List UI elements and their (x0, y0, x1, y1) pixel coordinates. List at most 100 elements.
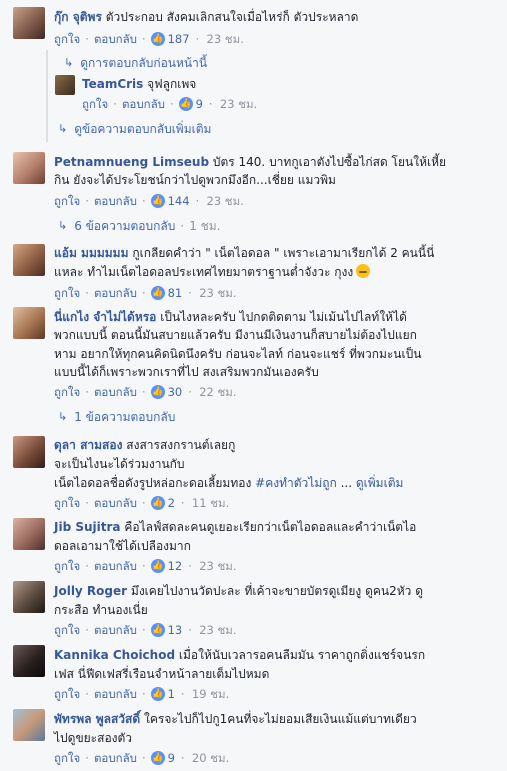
like-count[interactable]: 2 (168, 495, 175, 511)
comment-author[interactable]: Jolly Roger (54, 584, 127, 598)
like-count[interactable]: 144 (168, 193, 190, 209)
comment-text: ดอลเอามาใช้ได้เปลืองมาก (54, 539, 191, 553)
reply-link[interactable]: ตอบกลับ (94, 31, 137, 47)
view-replies-link[interactable]: ↳ 6 ข้อความตอบกลับ · 1 ชม. (58, 218, 221, 234)
like-link[interactable]: ถูกใจ (54, 622, 80, 638)
thumbs-up-icon: 👍 (150, 559, 165, 573)
like-count[interactable]: 81 (168, 285, 183, 301)
reply-link[interactable]: ตอบกลับ (94, 285, 137, 301)
comment-text: กูเกลียดคำว่า " เน็ตไอดอล " เพราะเอามาเร… (132, 246, 435, 260)
comment-actions: ถูกใจ · ตอบกลับ · 👍 30 · 22 ชม. (54, 384, 237, 400)
timestamp[interactable]: 23 ชม. (199, 285, 236, 301)
reply-arrow-icon: ↳ (58, 410, 68, 423)
avatar[interactable] (55, 75, 75, 95)
comment-text: ตัวประกอบ สังคมเลิกสนใจเมื่อไหร่ก็ ตัวปร… (105, 10, 359, 24)
comment-author[interactable]: กุ๊ก จุติพร (54, 10, 102, 24)
comment-actions: ถูกใจ · ตอบกลับ · 👍 1 · 19 ชม. (54, 686, 230, 702)
avatar[interactable] (13, 244, 45, 276)
timestamp[interactable]: 11 ชม. (192, 495, 229, 511)
comment-author[interactable]: แอ้ม มมมมมม (54, 246, 129, 260)
like-link[interactable]: ถูกใจ (54, 558, 80, 574)
comment-author[interactable]: พัทรพล พูลสวัสดิ์ (54, 712, 140, 726)
thumbs-up-icon: 👍 (150, 751, 165, 765)
avatar[interactable] (13, 307, 45, 339)
reply-link[interactable]: ตอบกลับ (94, 750, 137, 766)
comment-text: กิน ยังจะได้ประโยชน์กว่าไปดูพวกมึงอีก...… (54, 173, 336, 187)
avatar[interactable] (13, 645, 45, 677)
expressionless-emoji-icon (356, 264, 371, 278)
reply-arrow-icon: ↳ (58, 219, 68, 232)
thumbs-up-icon: 👍 (150, 496, 165, 510)
like-link[interactable]: ถูกใจ (54, 285, 80, 301)
like-count[interactable]: 12 (168, 558, 183, 574)
comment-actions: ถูกใจ · ตอบกลับ · 👍 13 · 23 ชม. (54, 622, 237, 638)
avatar[interactable] (13, 152, 45, 184)
comment-author[interactable]: นี่แกไง จำไม่ได้หรอ (54, 310, 156, 324)
like-link[interactable]: ถูกใจ (54, 495, 80, 511)
like-count[interactable]: 187 (168, 31, 190, 47)
reply-link[interactable]: ตอบกลับ (94, 686, 137, 702)
comment-text: ไปดูขยะสองตัว (54, 731, 133, 745)
timestamp[interactable]: 23 ชม. (199, 622, 236, 638)
like-link[interactable]: ถูกใจ (54, 750, 80, 766)
see-more-link[interactable]: ดูเพิ่มเติม (356, 476, 404, 490)
thumbs-up-icon: 👍 (150, 286, 165, 300)
avatar[interactable] (13, 7, 45, 39)
avatar[interactable] (13, 436, 45, 468)
like-link[interactable]: ถูกใจ (54, 193, 80, 209)
comment-actions: ถูกใจ · ตอบกลับ · 👍 2 · 11 ชม. (54, 495, 230, 511)
reply-link[interactable]: ตอบกลับ (94, 193, 137, 209)
like-count[interactable]: 1 (168, 686, 175, 702)
thumbs-up-icon: 👍 (150, 687, 165, 701)
timestamp: 1 ชม. (189, 219, 221, 233)
avatar[interactable] (13, 581, 45, 613)
comment-text: เน็ตไอดอลชื่อดังรูปหล่อกะดอเลี้ยมทอง (54, 476, 252, 490)
like-link[interactable]: ถูกใจ (54, 31, 80, 47)
reply-link[interactable]: ตอบกลับ (122, 96, 165, 112)
timestamp[interactable]: 22 ชม. (199, 384, 236, 400)
thumbs-up-icon: 👍 (150, 623, 165, 637)
reply-text: จุฟลูกเพจ (147, 77, 197, 91)
reply-link[interactable]: ตอบกลับ (94, 495, 137, 511)
like-count[interactable]: 30 (168, 384, 183, 400)
previous-replies-link[interactable]: ↳ ดูการตอบกลับก่อนหน้านี้ (64, 55, 207, 71)
comment-text: เป็นไงหละครับ ไปกดติดตาม ไม่เม้นไปไลท์ให… (160, 310, 407, 324)
comment-actions: ถูกใจ · ตอบกลับ · 👍 12 · 23 ชม. (54, 558, 237, 574)
more-replies-link[interactable]: ↳ ดูข้อความตอบกลับเพิ่มเติม (58, 121, 211, 137)
timestamp[interactable]: 23 ชม. (207, 193, 244, 209)
like-link[interactable]: ถูกใจ (54, 384, 80, 400)
comment-text: มึงเคยไปงานวัดปะละ ที่เค้าจะขายบัตรดูเมี… (130, 584, 424, 598)
view-replies-link[interactable]: ↳ 1 ข้อความตอบกลับ (58, 409, 175, 425)
comment-text: กระสือ ทำนองเนี่ย (54, 603, 148, 617)
timestamp[interactable]: 23 ชม. (207, 31, 244, 47)
like-count[interactable]: 9 (196, 96, 203, 112)
like-link[interactable]: ถูกใจ (82, 96, 108, 112)
comment-actions: ถูกใจ · ตอบกลับ · 👍 81 · 23 ชม. (54, 285, 237, 301)
timestamp[interactable]: 19 ชม. (192, 686, 229, 702)
comment-text: จะเป็นไงนะได้ร่วมงานกับ (54, 457, 185, 471)
hashtag-link[interactable]: #คงทำตัวไม่ถูก (255, 476, 337, 490)
comment-author[interactable]: Petnamnueng Limseub (54, 155, 209, 169)
comment-author[interactable]: ดุลา สามสอง (54, 438, 122, 452)
reply-link[interactable]: ตอบกลับ (94, 622, 137, 638)
timestamp[interactable]: 23 ชม. (220, 96, 257, 112)
reply-author[interactable]: TeamCris (82, 77, 143, 91)
avatar[interactable] (13, 518, 45, 550)
timestamp[interactable]: 23 ชม. (199, 558, 236, 574)
reply-link[interactable]: ตอบกลับ (94, 384, 137, 400)
comment-text: แบบนี้ได้ก็เพราะพวกเราที่ไป สงเสริมพวกมั… (54, 365, 319, 379)
avatar[interactable] (13, 709, 45, 741)
reply-link[interactable]: ตอบกลับ (94, 558, 137, 574)
comment-author[interactable]: Kannika Choichod (54, 648, 175, 662)
comment-text: สงสารสงกรานต์เลยกู (126, 438, 236, 452)
comment-text: แหละ ทำไมเน็ตไอดอลประเทศไทยมาตราฐานต่ำจั… (54, 265, 354, 279)
timestamp[interactable]: 20 ชม. (192, 750, 229, 766)
like-count[interactable]: 13 (168, 622, 183, 638)
comment-author[interactable]: Jib Sujitra (54, 520, 121, 534)
comment-actions: ถูกใจ · ตอบกลับ · 👍 9 · 20 ชม. (54, 750, 230, 766)
like-link[interactable]: ถูกใจ (54, 686, 80, 702)
thread-line (46, 50, 48, 142)
reply-arrow-icon: ↳ (64, 56, 74, 69)
comment-text: ใครจะไปก็ไปกู1คนที่จะไม่ยอมเสียเงินแม้แต… (143, 712, 417, 726)
like-count[interactable]: 9 (168, 750, 175, 766)
